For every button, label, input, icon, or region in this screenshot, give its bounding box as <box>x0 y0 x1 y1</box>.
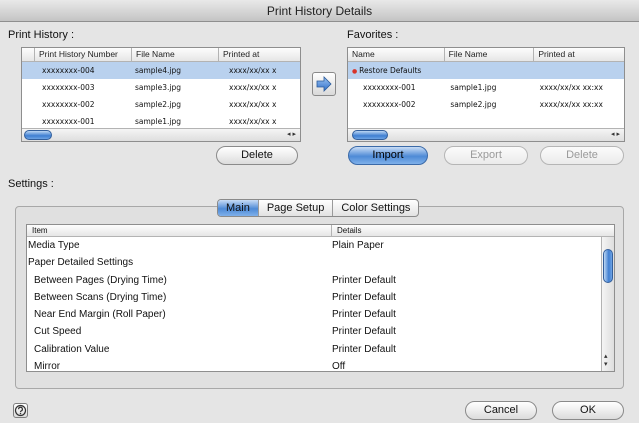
scroll-thumb[interactable] <box>603 249 613 283</box>
tab-page-setup[interactable]: Page Setup <box>259 200 334 216</box>
settings-details: Printer Default <box>332 291 396 303</box>
favorites-list[interactable]: Name File Name Printed at ● Restore Defa… <box>347 47 625 142</box>
settings-row[interactable]: Mirror Off <box>27 358 614 372</box>
settings-details: Printer Default <box>332 343 396 355</box>
settings-item: Media Type <box>28 240 80 251</box>
settings-label: Settings : <box>8 178 54 190</box>
favorites-label: Favorites : <box>347 29 399 41</box>
history-row[interactable]: xxxxxxxx-002 sample2.jpg xxxx/xx/xx x <box>22 96 300 113</box>
favorite-file-name: sample2.jpg <box>450 100 497 109</box>
settings-row[interactable]: Between Scans (Drying Time) Printer Defau… <box>27 289 614 306</box>
favorites-hscrollbar[interactable]: ◂▸ <box>348 128 624 141</box>
window-title: Print History Details <box>0 0 639 22</box>
settings-item: Cut Speed <box>34 326 82 338</box>
scroll-arrows-icon[interactable]: ▴ ▾ <box>604 353 608 369</box>
history-file-name: sample4.jpg <box>135 66 182 75</box>
print-history-hscrollbar[interactable]: ◂▸ <box>22 128 300 141</box>
settings-table[interactable]: Item Details Media Type Plain Paper Paper … <box>26 224 615 372</box>
history-file-name: sample3.jpg <box>135 83 182 92</box>
ok-button[interactable]: OK <box>552 401 624 420</box>
favorite-row[interactable]: xxxxxxxx-002 sample2.jpg xxxx/xx/xx xx:xx <box>348 96 624 113</box>
print-history-label: Print History : <box>8 29 75 41</box>
history-number: xxxxxxxx-002 <box>42 100 95 109</box>
favorite-row[interactable]: ● Restore Defaults <box>348 62 624 79</box>
favorite-name: Restore Defaults <box>359 66 422 75</box>
cancel-button[interactable]: Cancel <box>465 401 537 420</box>
favorites-delete-button[interactable]: Delete <box>540 146 624 165</box>
column-header-printed-at[interactable]: Printed at <box>219 48 300 61</box>
history-printed-at: xxxx/xx/xx x <box>229 83 277 92</box>
settings-details: Off <box>332 361 346 372</box>
help-button[interactable] <box>13 403 28 418</box>
favorite-name-cell: xxxxxxxx-001 <box>363 83 416 92</box>
settings-vscrollbar[interactable]: ▴ ▾ <box>601 237 614 371</box>
settings-item: Near End Margin (Roll Paper) <box>34 309 166 321</box>
print-history-list[interactable]: Print History Number File Name Printed a… <box>21 47 301 142</box>
settings-row[interactable]: Between Pages (Drying Time) Printer Defau… <box>27 272 614 289</box>
settings-row[interactable]: Paper Detailed Settings <box>27 254 614 271</box>
print-history-header: Print History Number File Name Printed a… <box>22 48 300 62</box>
settings-item: Paper Detailed Settings <box>28 257 134 269</box>
settings-row[interactable]: Near End Margin (Roll Paper) Printer Defa… <box>27 306 614 323</box>
tab-main[interactable]: Main <box>218 200 259 216</box>
favorite-name-cell: xxxxxxxx-002 <box>363 100 416 109</box>
settings-details: Printer Default <box>332 326 396 338</box>
settings-details: Printer Default <box>332 274 396 286</box>
settings-item: Between Pages (Drying Time) <box>34 274 167 286</box>
settings-item: Calibration Value <box>34 343 110 355</box>
column-header-item[interactable]: Item <box>27 225 332 236</box>
history-number: xxxxxxxx-003 <box>42 83 95 92</box>
favorite-file-name <box>447 62 536 79</box>
add-to-favorites-button[interactable] <box>312 72 336 96</box>
settings-row[interactable]: Cut Speed Printer Default <box>27 323 614 340</box>
settings-tabs: Main Page Setup Color Settings <box>217 199 420 217</box>
scroll-thumb[interactable] <box>352 130 388 140</box>
settings-details <box>330 254 600 271</box>
favorite-printed-at <box>537 62 624 79</box>
scroll-arrows-icon[interactable]: ◂▸ <box>287 130 298 138</box>
arrow-right-icon <box>316 76 332 92</box>
tab-color-settings[interactable]: Color Settings <box>333 200 418 216</box>
favorites-header: Name File Name Printed at <box>348 48 624 62</box>
column-header-file-name[interactable]: File Name <box>132 48 219 61</box>
history-row[interactable]: xxxxxxxx-003 sample3.jpg xxxx/xx/xx x <box>22 79 300 96</box>
history-printed-at: xxxx/xx/xx x <box>229 100 277 109</box>
column-header-name[interactable]: Name <box>348 48 445 61</box>
favorite-row[interactable]: xxxxxxxx-001 sample1.jpg xxxx/xx/xx xx:xx <box>348 79 624 96</box>
column-header-print-history-number[interactable]: Print History Number <box>35 48 132 61</box>
history-number: xxxxxxxx-004 <box>42 66 95 75</box>
favorite-printed-at: xxxx/xx/xx xx:xx <box>539 100 603 109</box>
favorite-printed-at: xxxx/xx/xx xx:xx <box>539 83 603 92</box>
history-printed-at: xxxx/xx/xx x <box>229 66 277 75</box>
scroll-thumb[interactable] <box>24 130 52 140</box>
settings-item: Between Scans (Drying Time) <box>34 291 167 303</box>
column-header-printed-at[interactable]: Printed at <box>534 48 624 61</box>
settings-row[interactable]: Media Type Plain Paper <box>27 237 614 254</box>
import-button[interactable]: Import <box>348 146 428 165</box>
history-file-name: sample2.jpg <box>135 100 182 109</box>
history-delete-button[interactable]: Delete <box>216 146 298 165</box>
settings-details: Plain Paper <box>332 240 384 251</box>
settings-table-header: Item Details <box>27 225 614 237</box>
column-header-details[interactable]: Details <box>332 225 602 236</box>
export-button[interactable]: Export <box>444 146 528 165</box>
column-header-file-name[interactable]: File Name <box>445 48 535 61</box>
help-icon <box>14 404 27 417</box>
settings-details: Printer Default <box>332 309 396 321</box>
favorite-file-name: sample1.jpg <box>450 83 497 92</box>
settings-row[interactable]: Calibration Value Printer Default <box>27 341 614 358</box>
scroll-arrows-icon[interactable]: ◂▸ <box>611 130 622 138</box>
favorite-name-cell: ● Restore Defaults <box>348 62 447 79</box>
history-row[interactable]: xxxxxxxx-004 sample4.jpg xxxx/xx/xx x <box>22 62 300 79</box>
settings-item: Mirror <box>34 361 61 372</box>
